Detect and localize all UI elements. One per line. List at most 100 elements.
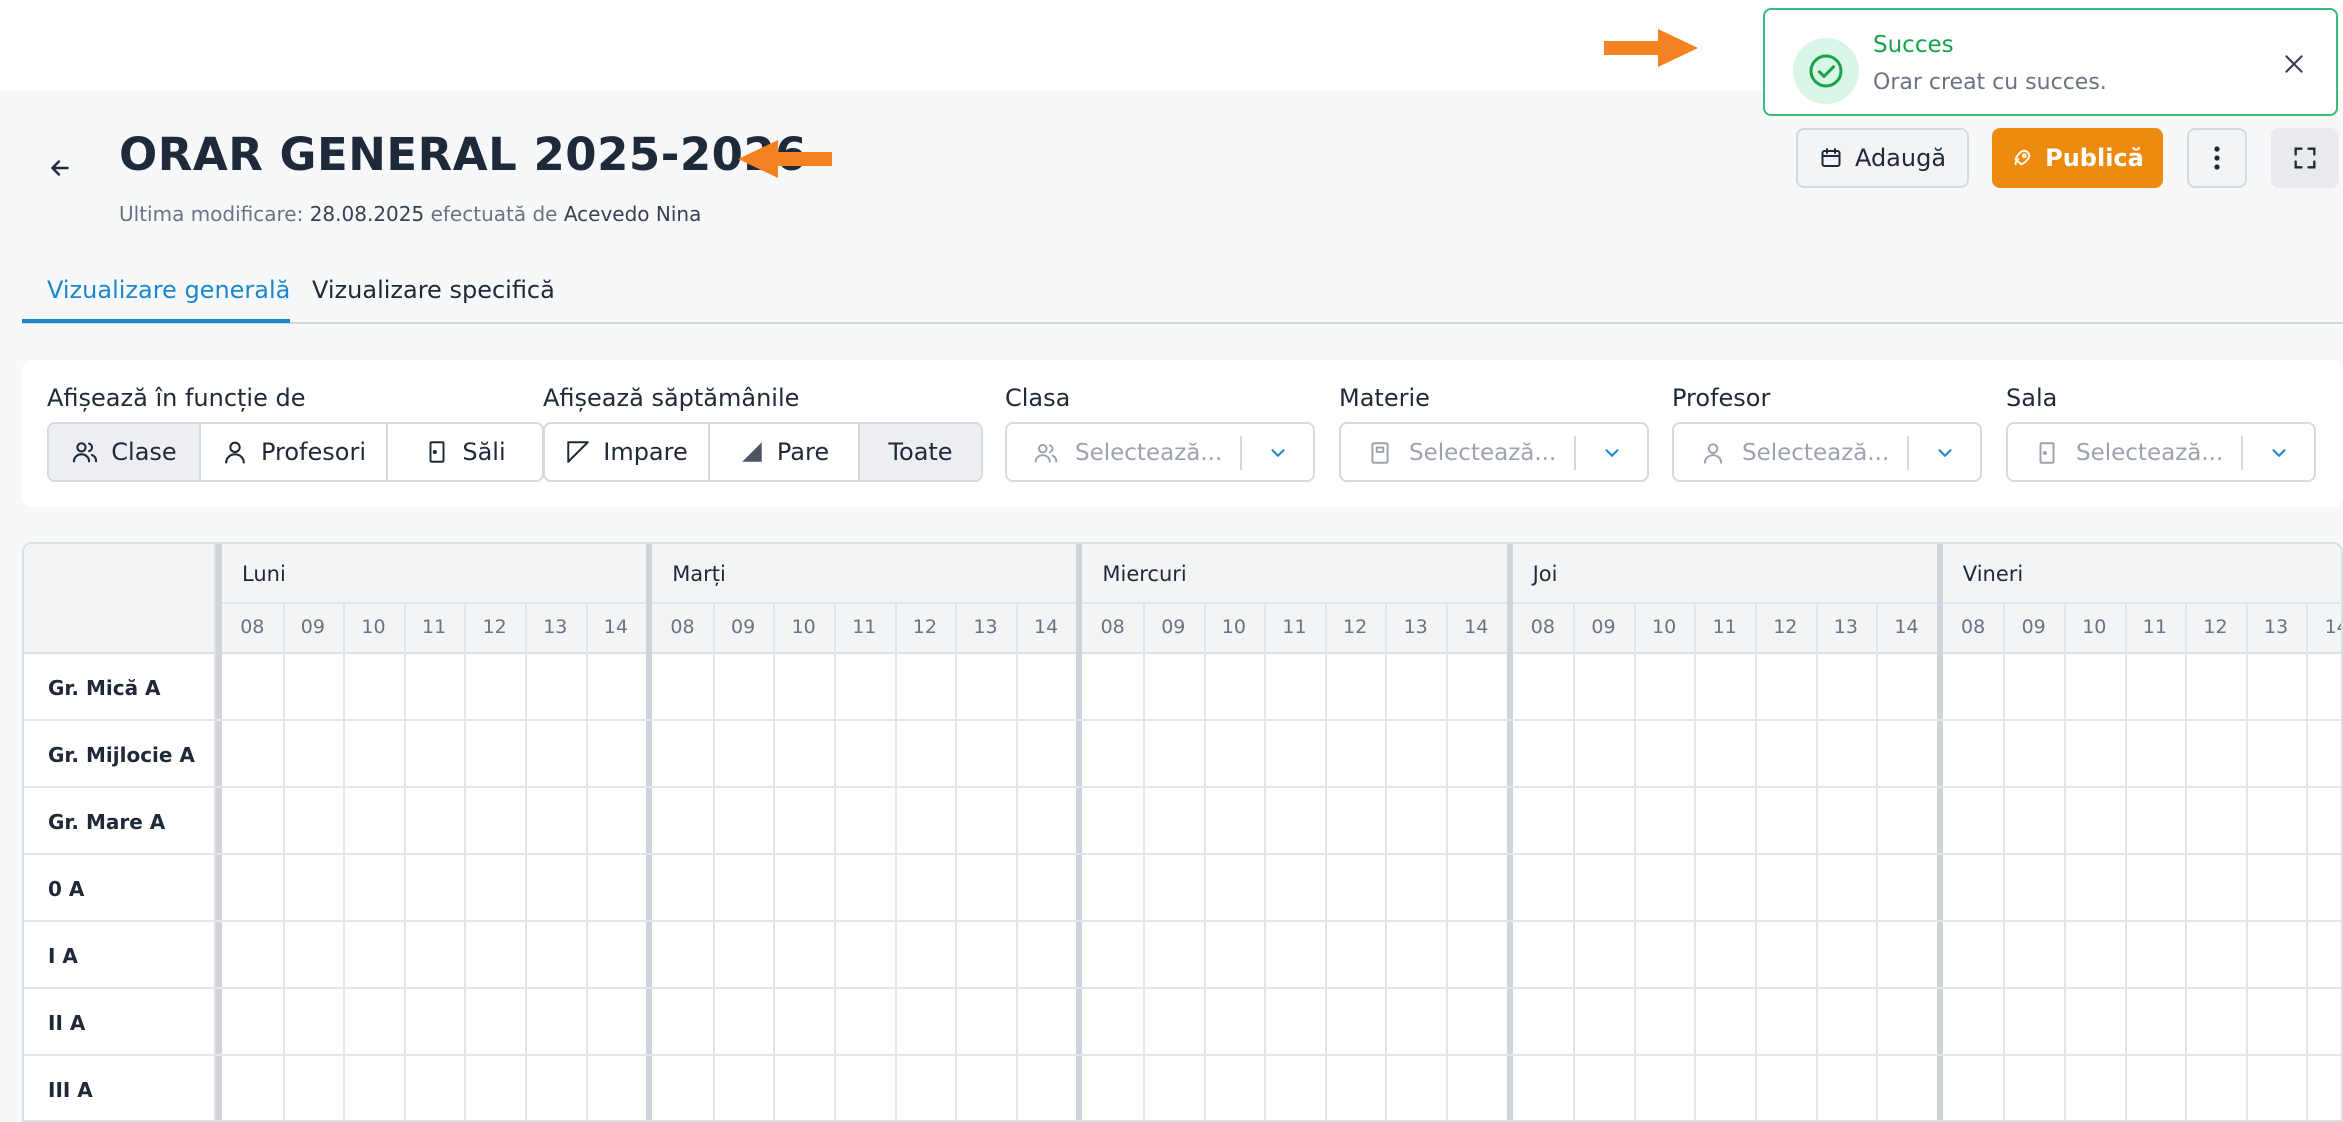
schedule-cell[interactable] <box>1816 855 1877 922</box>
schedule-cell[interactable] <box>404 989 465 1056</box>
schedule-cell[interactable] <box>343 989 404 1056</box>
schedule-cell[interactable] <box>1634 1056 1695 1120</box>
schedule-cell[interactable] <box>1264 654 1325 721</box>
schedule-cell[interactable] <box>2185 855 2246 922</box>
schedule-cell[interactable] <box>1325 788 1386 855</box>
schedule-cell[interactable] <box>2003 1056 2064 1120</box>
schedule-cell[interactable] <box>1816 654 1877 721</box>
schedule-cell[interactable] <box>1634 721 1695 788</box>
schedule-cell[interactable] <box>283 654 344 721</box>
schedule-cell[interactable] <box>773 922 834 989</box>
schedule-cell[interactable] <box>1446 922 1507 989</box>
schedule-cell[interactable] <box>2306 1056 2341 1120</box>
schedule-cell[interactable] <box>1325 855 1386 922</box>
schedule-cell[interactable] <box>222 855 283 922</box>
schedule-cell[interactable] <box>1694 654 1755 721</box>
schedule-cell[interactable] <box>1016 989 1077 1056</box>
schedule-cell[interactable] <box>834 654 895 721</box>
schedule-cell[interactable] <box>404 922 465 989</box>
schedule-cell[interactable] <box>222 989 283 1056</box>
schedule-cell[interactable] <box>404 855 465 922</box>
schedule-cell[interactable] <box>1385 855 1446 922</box>
schedule-cell[interactable] <box>586 721 647 788</box>
schedule-cell[interactable] <box>1573 922 1634 989</box>
schedule-cell[interactable] <box>2003 922 2064 989</box>
schedule-cell[interactable] <box>1446 1056 1507 1120</box>
schedule-cell[interactable] <box>1876 855 1937 922</box>
schedule-cell[interactable] <box>1264 788 1325 855</box>
schedule-cell[interactable] <box>1573 855 1634 922</box>
schedule-cell[interactable] <box>1755 654 1816 721</box>
schedule-cell[interactable] <box>1385 654 1446 721</box>
schedule-cell[interactable] <box>525 1056 586 1120</box>
schedule-cell[interactable] <box>955 721 1016 788</box>
schedule-cell[interactable] <box>586 855 647 922</box>
schedule-cell[interactable] <box>2003 855 2064 922</box>
schedule-cell[interactable] <box>1943 788 2004 855</box>
schedule-cell[interactable] <box>1876 788 1937 855</box>
schedule-cell[interactable] <box>1513 1056 1574 1120</box>
schedule-cell[interactable] <box>464 654 525 721</box>
schedule-cell[interactable] <box>2306 855 2341 922</box>
schedule-cell[interactable] <box>343 721 404 788</box>
schedule-cell[interactable] <box>1204 721 1265 788</box>
schedule-cell[interactable] <box>1446 855 1507 922</box>
schedule-cell[interactable] <box>1755 855 1816 922</box>
schedule-cell[interactable] <box>1385 1056 1446 1120</box>
schedule-cell[interactable] <box>2125 855 2186 922</box>
schedule-cell[interactable] <box>1755 721 1816 788</box>
schedule-cell[interactable] <box>1513 855 1574 922</box>
schedule-cell[interactable] <box>464 721 525 788</box>
schedule-cell[interactable] <box>404 654 465 721</box>
schedule-cell[interactable] <box>1204 855 1265 922</box>
schedule-cell[interactable] <box>955 855 1016 922</box>
schedule-cell[interactable] <box>834 1056 895 1120</box>
schedule-cell[interactable] <box>1264 721 1325 788</box>
schedule-cell[interactable] <box>1943 721 2004 788</box>
schedule-cell[interactable] <box>2306 721 2341 788</box>
schedule-cell[interactable] <box>1943 989 2004 1056</box>
schedule-cell[interactable] <box>1876 989 1937 1056</box>
schedule-cell[interactable] <box>1204 654 1265 721</box>
schedule-cell[interactable] <box>1446 654 1507 721</box>
schedule-cell[interactable] <box>1082 721 1143 788</box>
schedule-cell[interactable] <box>343 788 404 855</box>
schedule-cell[interactable] <box>834 922 895 989</box>
schedule-cell[interactable] <box>525 922 586 989</box>
schedule-cell[interactable] <box>1325 989 1386 1056</box>
schedule-cell[interactable] <box>895 855 956 922</box>
schedule-cell[interactable] <box>2306 922 2341 989</box>
schedule-cell[interactable] <box>2246 922 2307 989</box>
schedule-cell[interactable] <box>1755 922 1816 989</box>
schedule-cell[interactable] <box>2003 721 2064 788</box>
schedule-cell[interactable] <box>1816 989 1877 1056</box>
schedule-cell[interactable] <box>1694 989 1755 1056</box>
schedule-cell[interactable] <box>1264 989 1325 1056</box>
schedule-cell[interactable] <box>1943 1056 2004 1120</box>
schedule-cell[interactable] <box>652 989 713 1056</box>
schedule-cell[interactable] <box>834 788 895 855</box>
schedule-cell[interactable] <box>834 855 895 922</box>
schedule-cell[interactable] <box>283 788 344 855</box>
schedule-cell[interactable] <box>464 855 525 922</box>
schedule-cell[interactable] <box>2246 654 2307 721</box>
schedule-cell[interactable] <box>283 855 344 922</box>
schedule-cell[interactable] <box>1385 989 1446 1056</box>
schedule-cell[interactable] <box>1204 788 1265 855</box>
schedule-cell[interactable] <box>1694 855 1755 922</box>
schedule-cell[interactable] <box>2246 989 2307 1056</box>
schedule-cell[interactable] <box>586 1056 647 1120</box>
schedule-cell[interactable] <box>222 1056 283 1120</box>
schedule-cell[interactable] <box>1143 922 1204 989</box>
schedule-cell[interactable] <box>773 788 834 855</box>
schedule-cell[interactable] <box>525 788 586 855</box>
schedule-cell[interactable] <box>283 989 344 1056</box>
schedule-cell[interactable] <box>1264 855 1325 922</box>
schedule-cell[interactable] <box>525 855 586 922</box>
schedule-cell[interactable] <box>1573 989 1634 1056</box>
schedule-cell[interactable] <box>1943 654 2004 721</box>
schedule-cell[interactable] <box>1634 654 1695 721</box>
tab-general-view[interactable]: Vizualizare generală <box>47 276 290 304</box>
schedule-cell[interactable] <box>2064 654 2125 721</box>
schedule-cell[interactable] <box>773 1056 834 1120</box>
